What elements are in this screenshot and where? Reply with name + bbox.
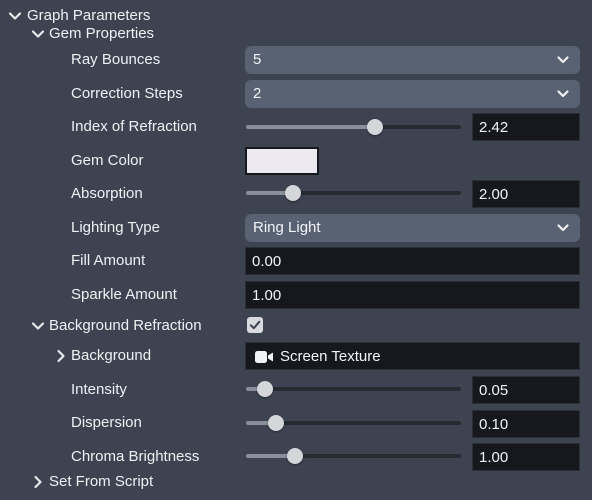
absorption-field[interactable]: 2.00 xyxy=(472,180,580,208)
slider-thumb[interactable] xyxy=(257,381,274,397)
background-refraction-header[interactable]: Background Refraction xyxy=(0,308,240,342)
correction-steps-dropdown[interactable]: 2 xyxy=(245,80,580,108)
index-of-refraction-slider[interactable] xyxy=(246,118,461,136)
background-header[interactable]: Background xyxy=(0,340,240,374)
intensity-label: Intensity xyxy=(71,381,127,398)
fill-amount-field[interactable]: 0.00 xyxy=(245,247,580,275)
background-refraction-label: Background Refraction xyxy=(49,317,202,334)
set-from-script-label: Set From Script xyxy=(49,473,154,490)
sparkle-amount-field[interactable]: 1.00 xyxy=(245,281,580,309)
dispersion-value: 0.10 xyxy=(479,416,509,433)
correction-steps-value: 2 xyxy=(253,85,262,102)
chroma-brightness-label: Chroma Brightness xyxy=(71,448,200,465)
video-camera-icon xyxy=(254,349,274,365)
dispersion-slider[interactable] xyxy=(246,414,461,432)
absorption-slider[interactable] xyxy=(246,184,461,202)
chevron-down-icon[interactable] xyxy=(31,319,45,333)
lighting-type-label: Lighting Type xyxy=(71,219,160,236)
slider-thumb[interactable] xyxy=(367,119,383,135)
gem-color-swatch[interactable] xyxy=(245,147,319,175)
lighting-type-value: Ring Light xyxy=(253,219,321,236)
background-label: Background xyxy=(71,347,152,364)
gem-properties-label: Gem Properties xyxy=(49,25,155,42)
sparkle-amount-label: Sparkle Amount xyxy=(71,286,177,303)
absorption-label: Absorption xyxy=(71,185,143,202)
background-texture-field[interactable]: Screen Texture xyxy=(245,342,580,370)
intensity-value: 0.05 xyxy=(479,382,509,399)
set-from-script-header[interactable]: Set From Script xyxy=(0,465,592,499)
background-refraction-checkbox[interactable] xyxy=(247,317,263,333)
chevron-down-icon xyxy=(556,221,570,235)
chevron-down-icon xyxy=(556,87,570,101)
chroma-brightness-slider[interactable] xyxy=(246,447,461,465)
slider-thumb[interactable] xyxy=(268,415,285,431)
correction-steps-label: Correction Steps xyxy=(71,85,183,102)
slider-thumb[interactable] xyxy=(287,448,304,464)
lighting-type-dropdown[interactable]: Ring Light xyxy=(245,214,580,242)
ray-bounces-dropdown[interactable]: 5 xyxy=(245,46,580,74)
sparkle-amount-value: 1.00 xyxy=(252,287,282,304)
fill-amount-value: 0.00 xyxy=(252,253,282,270)
chevron-right-icon[interactable] xyxy=(54,349,68,363)
intensity-slider[interactable] xyxy=(246,380,461,398)
chevron-down-icon[interactable] xyxy=(31,27,45,41)
slider-fill xyxy=(246,125,375,129)
checkmark-icon xyxy=(249,320,261,330)
slider-track xyxy=(246,387,461,391)
chevron-down-icon xyxy=(556,53,570,67)
chevron-right-icon[interactable] xyxy=(31,475,45,489)
index-of-refraction-field[interactable]: 2.42 xyxy=(472,113,580,141)
intensity-field[interactable]: 0.05 xyxy=(472,376,580,404)
absorption-value: 2.00 xyxy=(479,186,509,203)
dispersion-label: Dispersion xyxy=(71,414,142,431)
fill-amount-label: Fill Amount xyxy=(71,252,146,269)
background-value: Screen Texture xyxy=(280,348,381,365)
index-of-refraction-label: Index of Refraction xyxy=(71,118,197,135)
ray-bounces-label: Ray Bounces xyxy=(71,51,161,68)
dispersion-field[interactable]: 0.10 xyxy=(472,410,580,438)
slider-thumb[interactable] xyxy=(285,185,302,201)
ray-bounces-value: 5 xyxy=(253,51,262,68)
gem-color-label: Gem Color xyxy=(71,152,144,169)
index-of-refraction-value: 2.42 xyxy=(479,119,509,136)
